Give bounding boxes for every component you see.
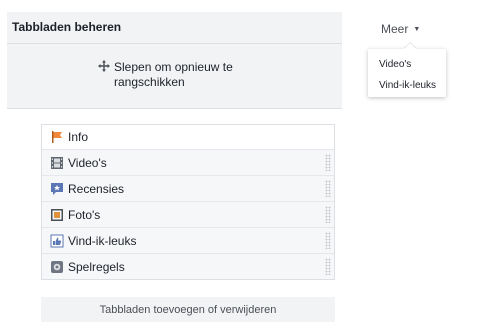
drag-handle[interactable] — [325, 206, 331, 223]
more-label: Meer — [381, 22, 409, 36]
panel-title: Tabbladen beheren — [12, 20, 122, 34]
tab-row-reviews[interactable]: Recensies — [42, 175, 334, 201]
film-icon — [51, 156, 63, 169]
tab-label-likes: Vind-ik-leuks — [68, 233, 137, 248]
tabs-list: Info Video's Recensies Foto's Vind-ik-le… — [41, 124, 335, 280]
drag-handle[interactable] — [325, 258, 331, 275]
manage-tabs-panel: Tabbladen beheren Slepen om opnieuw te r… — [7, 12, 342, 109]
move-icon — [98, 60, 110, 72]
drag-handle[interactable] — [325, 232, 331, 249]
tab-label-rules: Spelregels — [68, 259, 125, 274]
tab-row-likes[interactable]: Vind-ik-leuks — [42, 227, 334, 253]
drag-handle[interactable] — [325, 180, 331, 197]
more-menu: Video's Vind-ik-leuks — [368, 49, 446, 97]
tab-row-photos[interactable]: Foto's — [42, 201, 334, 227]
tab-label-photos: Foto's — [68, 207, 101, 222]
panel-divider — [7, 43, 342, 44]
menu-item-likes[interactable]: Vind-ik-leuks — [379, 80, 436, 91]
rules-icon — [51, 260, 63, 273]
tab-label-info: Info — [68, 130, 89, 144]
tab-row-videos[interactable]: Video's — [42, 149, 334, 175]
tab-label-videos: Video's — [68, 155, 107, 170]
tab-label-reviews: Recensies — [68, 181, 125, 196]
drag-hint-text: Slepen om opnieuw te rangschikken — [114, 60, 233, 89]
menu-item-videos[interactable]: Video's — [379, 59, 411, 70]
drag-hint: Slepen om opnieuw te rangschikken — [98, 60, 274, 90]
tab-row-rules[interactable]: Spelregels — [42, 253, 334, 279]
photo-icon — [51, 208, 63, 221]
add-remove-tabs-link[interactable]: Tabbladen toevoegen of verwijderen — [41, 297, 335, 322]
review-icon — [51, 182, 63, 195]
tab-row-info[interactable]: Info — [42, 125, 334, 149]
drag-handle[interactable] — [325, 154, 331, 171]
caret-down-icon: ▼ — [413, 26, 421, 33]
like-icon — [50, 234, 64, 247]
more-dropdown-button[interactable]: Meer ▼ — [381, 22, 420, 36]
flag-icon — [52, 131, 62, 143]
